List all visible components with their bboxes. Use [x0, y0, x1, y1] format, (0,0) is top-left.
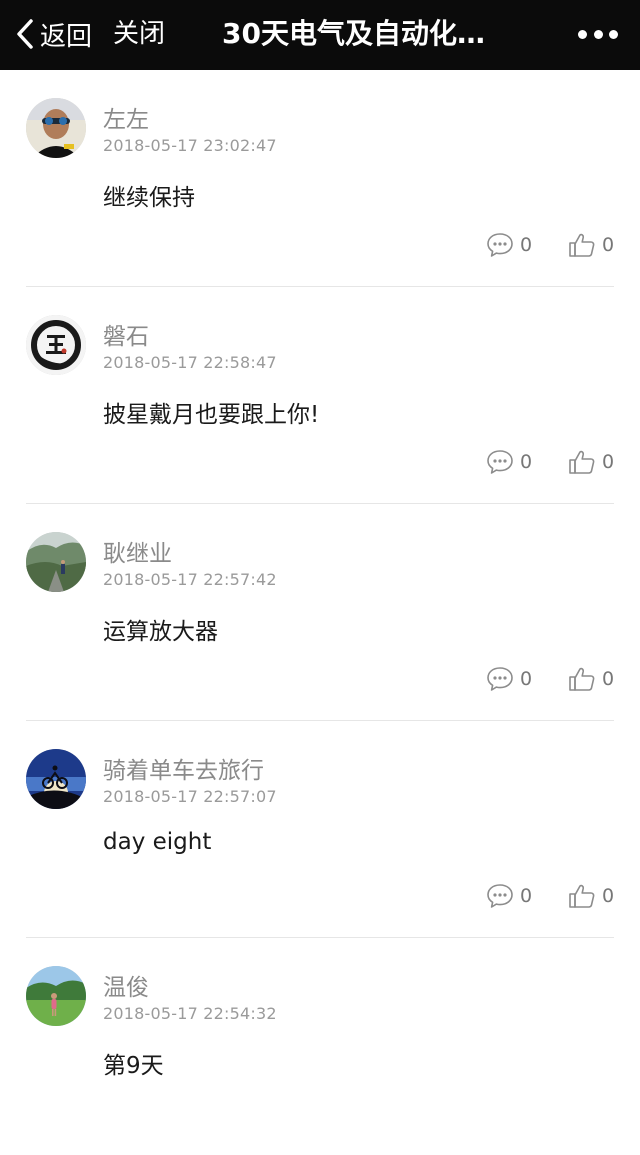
comment-list: 左左 2018-05-17 23:02:47 继续保持 0 0 磐石 2018-…: [0, 70, 640, 1155]
chevron-left-icon: [17, 19, 33, 49]
like-count: 0: [602, 451, 615, 473]
comment-actions: 0 0: [485, 230, 625, 260]
thumbs-up-icon: [569, 884, 595, 908]
comment-text: 第9天: [103, 1053, 164, 1079]
avatar-image: [26, 532, 86, 592]
thumbs-up-icon: [569, 667, 595, 691]
reply-button[interactable]: 0: [485, 881, 532, 911]
comment-bubble-icon: [487, 450, 513, 474]
commenter-name: 磐石: [103, 324, 149, 350]
avatar[interactable]: [26, 749, 86, 809]
comment-timestamp: 2018-05-17 22:58:47: [103, 353, 277, 372]
like-button[interactable]: 0: [567, 447, 614, 477]
comment-text: 披星戴月也要跟上你!: [103, 402, 320, 428]
comment-actions: 0 0: [485, 447, 625, 477]
avatar[interactable]: [26, 532, 86, 592]
comment-text: 运算放大器: [103, 619, 218, 645]
comment-actions: 0 0: [485, 881, 625, 911]
thumbs-up-icon: [569, 233, 595, 257]
reply-button[interactable]: 0: [485, 664, 532, 694]
comment-bubble-icon: [487, 667, 513, 691]
comment-timestamp: 2018-05-17 22:57:42: [103, 570, 277, 589]
avatar[interactable]: [26, 966, 86, 1026]
back-label: 返回: [40, 21, 93, 52]
more-dot: [578, 29, 587, 39]
comment-bubble-icon: [487, 233, 513, 257]
comment-bubble-icon: [487, 884, 513, 908]
like-count: 0: [602, 885, 615, 907]
thumbs-up-icon: [569, 450, 595, 474]
reply-count: 0: [520, 451, 533, 473]
top-navigation-bar: 返回 关闭 30天电气及自动化…: [0, 0, 640, 70]
commenter-name: 骑着单车去旅行: [103, 758, 264, 784]
comment-timestamp: 2018-05-17 22:57:07: [103, 787, 277, 806]
comment-timestamp: 2018-05-17 23:02:47: [103, 136, 277, 155]
avatar[interactable]: [26, 315, 86, 375]
commenter-name: 温俊: [103, 975, 149, 1001]
comment-item: 温俊 2018-05-17 22:54:32 第9天: [0, 938, 640, 1155]
like-button[interactable]: 0: [567, 230, 614, 260]
reply-count: 0: [520, 668, 533, 690]
more-dot: [609, 29, 618, 39]
commenter-name: 耿继业: [103, 541, 172, 567]
reply-button[interactable]: 0: [485, 447, 532, 477]
page-title: 30天电气及自动化…: [222, 17, 485, 50]
more-dots-icon[interactable]: [578, 24, 618, 44]
comment-item: 骑着单车去旅行 2018-05-17 22:57:07 day eight 0 …: [0, 721, 640, 938]
comment-text: day eight: [103, 829, 212, 855]
comment-timestamp: 2018-05-17 22:54:32: [103, 1004, 277, 1023]
avatar-image: [26, 966, 86, 1026]
back-button[interactable]: 返回: [14, 14, 92, 54]
more-dot: [593, 29, 603, 39]
avatar[interactable]: [26, 98, 86, 158]
like-count: 0: [602, 234, 615, 256]
close-button[interactable]: 关闭: [113, 14, 165, 54]
avatar-image: [26, 98, 86, 158]
like-button[interactable]: 0: [567, 881, 614, 911]
comment-item: 磐石 2018-05-17 22:58:47 披星戴月也要跟上你! 0 0: [0, 287, 640, 504]
comment-text: 继续保持: [103, 185, 195, 211]
comment-item: 左左 2018-05-17 23:02:47 继续保持 0 0: [0, 70, 640, 287]
comment-actions: 0 0: [485, 664, 625, 694]
reply-count: 0: [520, 234, 533, 256]
reply-button[interactable]: 0: [485, 230, 532, 260]
avatar-image: [26, 315, 86, 375]
commenter-name: 左左: [103, 107, 149, 133]
like-count: 0: [602, 668, 615, 690]
comment-item: 耿继业 2018-05-17 22:57:42 运算放大器 0 0: [0, 504, 640, 721]
reply-count: 0: [520, 885, 533, 907]
avatar-image: [26, 749, 86, 809]
like-button[interactable]: 0: [567, 664, 614, 694]
